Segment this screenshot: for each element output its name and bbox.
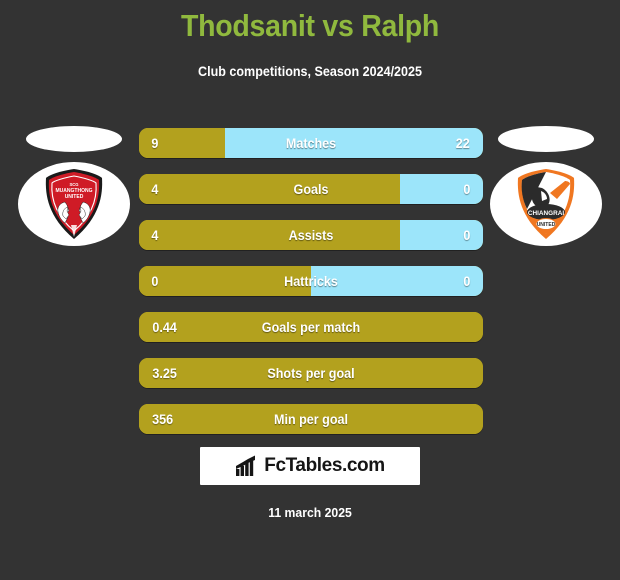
- svg-text:UNITED: UNITED: [537, 222, 556, 228]
- home-logo-shine: [26, 126, 122, 152]
- stat-label: Assists: [288, 227, 334, 243]
- stat-row-assists: 4 Assists 0: [139, 220, 483, 250]
- bar-chart-icon: [236, 455, 256, 476]
- svg-text:SCG: SCG: [69, 182, 78, 187]
- stat-row-min-per-goal: 356 Min per goal: [139, 404, 483, 434]
- stats-list: 9 Matches 22 4 Goals 0 4 Assists 0 0 Hat…: [139, 128, 483, 450]
- away-value: 0: [463, 227, 471, 243]
- page-title: Thodsanit vs Ralph: [180, 8, 440, 43]
- away-team-logo: CHIANGRAI UNITED: [490, 162, 602, 246]
- stat-row-goals-per-match: 0.44 Goals per match: [139, 312, 483, 342]
- svg-text:CHIANGRAI: CHIANGRAI: [528, 210, 564, 217]
- chiangrai-united-crest: CHIANGRAI UNITED: [517, 169, 575, 239]
- muangthong-united-crest: SCG MUANGTHONG UNITED: [45, 169, 103, 239]
- away-value: 0: [463, 273, 471, 289]
- stat-label: Goals per match: [261, 319, 361, 335]
- stat-label: Min per goal: [274, 411, 348, 427]
- fctables-label: FcTables.com: [264, 455, 385, 476]
- stat-label: Matches: [285, 135, 337, 151]
- away-value: 22: [456, 135, 471, 151]
- generated-date: 11 march 2025: [268, 505, 352, 520]
- svg-text:UNITED: UNITED: [65, 194, 84, 200]
- stat-label: Shots per goal: [267, 365, 355, 381]
- home-team-logo: SCG MUANGTHONG UNITED: [18, 162, 130, 246]
- fctables-logo[interactable]: FcTables.com: [200, 447, 420, 485]
- stat-row-matches: 9 Matches 22: [139, 128, 483, 158]
- away-value: 0: [463, 181, 471, 197]
- stat-label: Goals: [293, 181, 329, 197]
- stat-row-shots-per-goal: 3.25 Shots per goal: [139, 358, 483, 388]
- away-logo-shine: [498, 126, 594, 152]
- stat-row-goals: 4 Goals 0: [139, 174, 483, 204]
- stat-row-hattricks: 0 Hattricks 0: [139, 266, 483, 296]
- page-subtitle: Club competitions, Season 2024/2025: [198, 64, 422, 79]
- stat-label: Hattricks: [284, 273, 338, 289]
- stat-comparison-graphic: Thodsanit vs Ralph Club competitions, Se…: [0, 0, 620, 580]
